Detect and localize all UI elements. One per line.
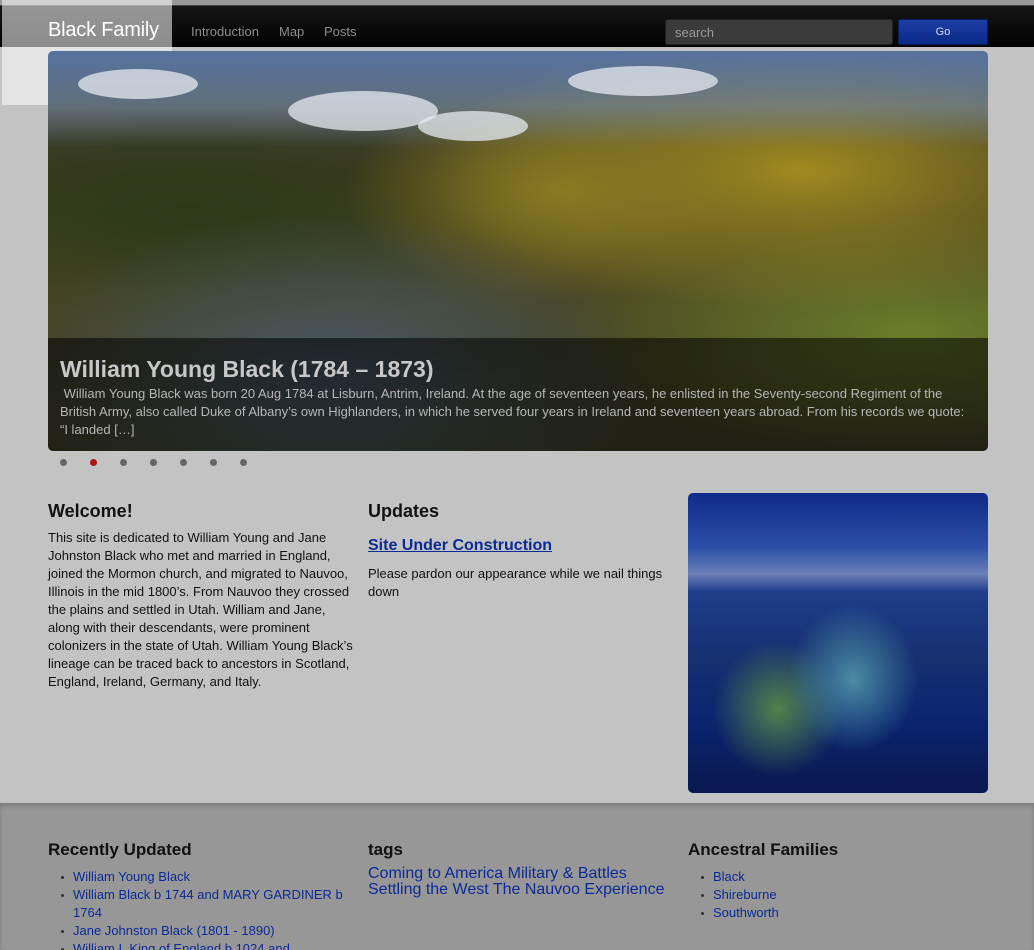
hero-title[interactable]: William Young Black (1784 – 1873)	[60, 356, 434, 383]
ancestral-families-heading: Ancestral Families	[688, 840, 839, 859]
recently-updated-heading: Recently Updated	[48, 840, 192, 859]
tag-link[interactable]: Settling the West	[368, 881, 489, 898]
update-post-text: Please pardon our appearance while we na…	[368, 566, 663, 599]
brand-link[interactable]: Black Family	[48, 19, 159, 42]
slider-dot[interactable]	[150, 459, 157, 466]
slider-dot[interactable]	[120, 459, 127, 466]
list-item: Southworth	[688, 904, 988, 922]
list-item: Black	[688, 868, 988, 886]
nav-link-introduction[interactable]: Introduction	[191, 24, 259, 39]
nav-link-posts[interactable]: Posts	[324, 24, 357, 39]
slider-dot[interactable]	[60, 459, 67, 466]
hero-cloud	[78, 69, 198, 99]
list-item: William Young Black	[48, 868, 358, 886]
search-input[interactable]	[665, 19, 893, 45]
update-post-link[interactable]: Site Under Construction	[368, 537, 552, 555]
list-item: Shireburne	[688, 886, 988, 904]
tag-link[interactable]: Coming to America	[368, 865, 503, 882]
recent-link[interactable]: William Young Black	[73, 869, 190, 884]
tag-link[interactable]: Military & Battles	[508, 865, 627, 882]
nav-link-map[interactable]: Map	[279, 24, 304, 39]
hero-cloud	[568, 66, 718, 96]
recent-link[interactable]: Jane Johnston Black (1801 - 1890)	[73, 923, 275, 938]
slider-dot-active[interactable]	[90, 459, 97, 466]
slider-dot[interactable]	[180, 459, 187, 466]
featured-photo	[688, 493, 988, 793]
list-item: William Black b 1744 and MARY GARDINER b…	[48, 886, 358, 922]
tag-link[interactable]: The Nauvoo Experience	[493, 881, 665, 898]
list-item: Jane Johnston Black (1801 - 1890)	[48, 922, 358, 940]
hero-excerpt: William Young Black was born 20 Aug 1784…	[60, 386, 965, 437]
slider-dot[interactable]	[210, 459, 217, 466]
slider-dot[interactable]	[240, 459, 247, 466]
search-go-button[interactable]: Go	[898, 19, 988, 45]
tags-heading: tags	[368, 840, 403, 859]
ancestral-families-list: Black Shireburne Southworth	[688, 868, 988, 922]
family-link[interactable]: Black	[713, 869, 745, 884]
family-link[interactable]: Southworth	[713, 905, 779, 920]
welcome-text: This site is dedicated to William Young …	[48, 530, 353, 689]
hero-cloud	[418, 111, 528, 141]
updates-heading: Updates	[368, 501, 440, 521]
list-item: William I, King of England b 1024 and	[48, 940, 358, 950]
welcome-heading: Welcome!	[48, 501, 133, 521]
hero-slider[interactable]: William Young Black (1784 – 1873) Willia…	[48, 51, 988, 451]
hero-caption: William Young Black (1784 – 1873) Willia…	[48, 338, 988, 451]
family-link[interactable]: Shireburne	[713, 887, 777, 902]
recent-link[interactable]: William Black b 1744 and MARY GARDINER b…	[73, 887, 343, 920]
recently-updated-list: William Young Black William Black b 1744…	[48, 868, 358, 950]
hero-cloud	[288, 91, 438, 131]
recent-link[interactable]: William I, King of England b 1024 and	[73, 941, 290, 950]
tag-cloud: Coming to America Military & Battles Set…	[368, 866, 678, 898]
